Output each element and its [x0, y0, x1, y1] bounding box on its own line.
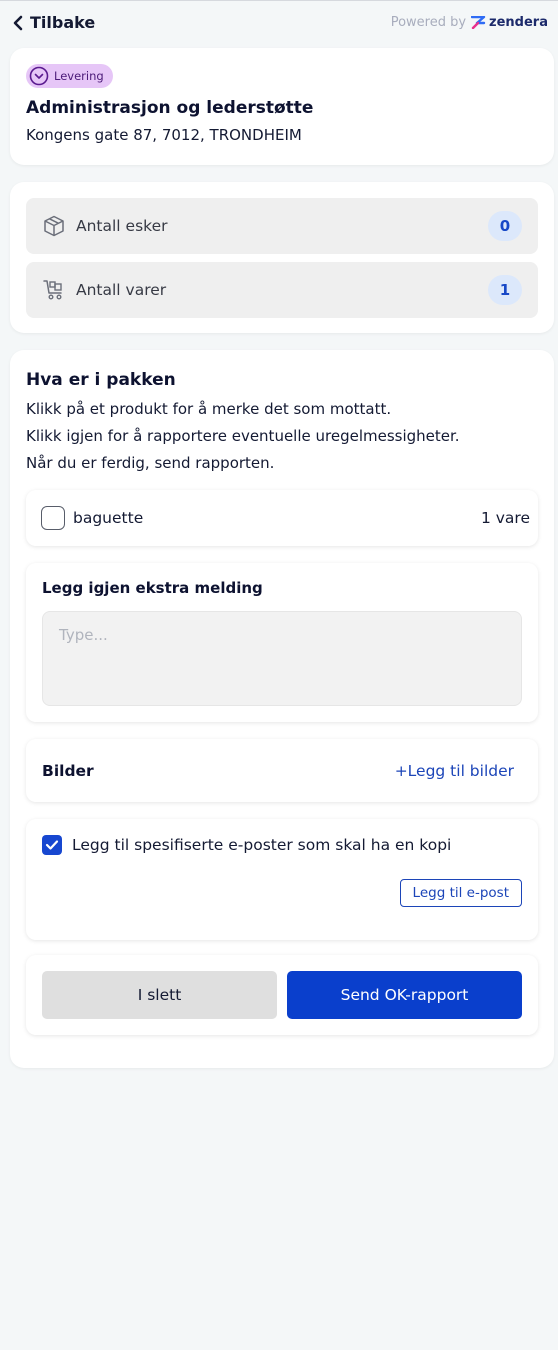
- powered-by-text: Powered by: [390, 15, 467, 30]
- back-button[interactable]: Tilbake: [12, 13, 95, 32]
- instruction-line: Når du er ferdig, send rapporten.: [26, 454, 275, 472]
- message-input[interactable]: [42, 611, 522, 706]
- package-title: Hva er i pakken: [26, 370, 176, 390]
- instruction-line: Klikk igjen for å rapportere eventuelle …: [26, 427, 460, 445]
- recipient-address: Kongens gate 87, 7012, TRONDHEIM: [26, 126, 302, 144]
- message-label: Legg igjen ekstra melding: [42, 579, 263, 597]
- add-email-button[interactable]: Legg til e-post: [399, 879, 522, 907]
- cc-label: Legg til spesifiserte e-poster som skal …: [72, 836, 452, 854]
- photos-section: Bilder +Legg til bilder: [26, 739, 538, 802]
- product-checkbox[interactable]: [41, 506, 65, 530]
- check-icon: [45, 840, 59, 850]
- delivery-badge: Levering: [26, 64, 113, 88]
- send-ok-report-button[interactable]: Send OK-rapport: [287, 971, 522, 1019]
- package-instructions: Klikk på et produkt for å merke det som …: [26, 396, 538, 477]
- add-photos-link[interactable]: +Legg til bilder: [395, 762, 514, 780]
- chevron-down-circle-icon: [29, 66, 49, 86]
- powered-by: Powered by zendera: [391, 15, 548, 30]
- package-card: Hva er i pakken Klikk på et produkt for …: [10, 350, 554, 1068]
- delete-button[interactable]: I slett: [42, 971, 277, 1019]
- photos-label: Bilder: [42, 761, 94, 780]
- boxes-count: 0: [488, 211, 522, 241]
- top-bar: Tilbake Powered by zendera: [0, 0, 558, 48]
- recipient-name: Administrasjon og lederstøtte: [26, 98, 314, 118]
- delivery-card: Levering Administrasjon og lederstøtte K…: [10, 48, 554, 165]
- box-icon: [44, 215, 64, 237]
- items-count-row: Antall varer 1: [26, 262, 538, 318]
- brand-logo: zendera: [471, 15, 548, 30]
- chevron-left-icon: [13, 15, 23, 30]
- cart-icon: [43, 280, 62, 300]
- product-name: baguette: [73, 509, 144, 527]
- boxes-label: Antall esker: [76, 217, 168, 235]
- items-count: 1: [488, 275, 522, 305]
- badge-label: Levering: [54, 69, 104, 83]
- zendera-logo-icon: [471, 16, 486, 29]
- product-row[interactable]: baguette 1 vare: [26, 490, 538, 546]
- cc-toggle-row[interactable]: Legg til spesifiserte e-poster som skal …: [42, 835, 522, 855]
- boxes-count-row: Antall esker 0: [26, 198, 538, 254]
- cc-checkbox[interactable]: [42, 835, 62, 855]
- counts-card: Antall esker 0 Antall varer 1: [10, 182, 554, 333]
- cc-email-section: Legg til spesifiserte e-poster som skal …: [26, 819, 538, 940]
- back-label: Tilbake: [30, 13, 96, 32]
- brand-name: zendera: [489, 15, 548, 30]
- items-label: Antall varer: [76, 281, 167, 299]
- report-actions: I slett Send OK-rapport: [26, 955, 538, 1035]
- instruction-line: Klikk på et produkt for å merke det som …: [26, 400, 392, 418]
- product-quantity: 1 vare: [480, 509, 530, 527]
- message-section: Legg igjen ekstra melding: [26, 563, 538, 722]
